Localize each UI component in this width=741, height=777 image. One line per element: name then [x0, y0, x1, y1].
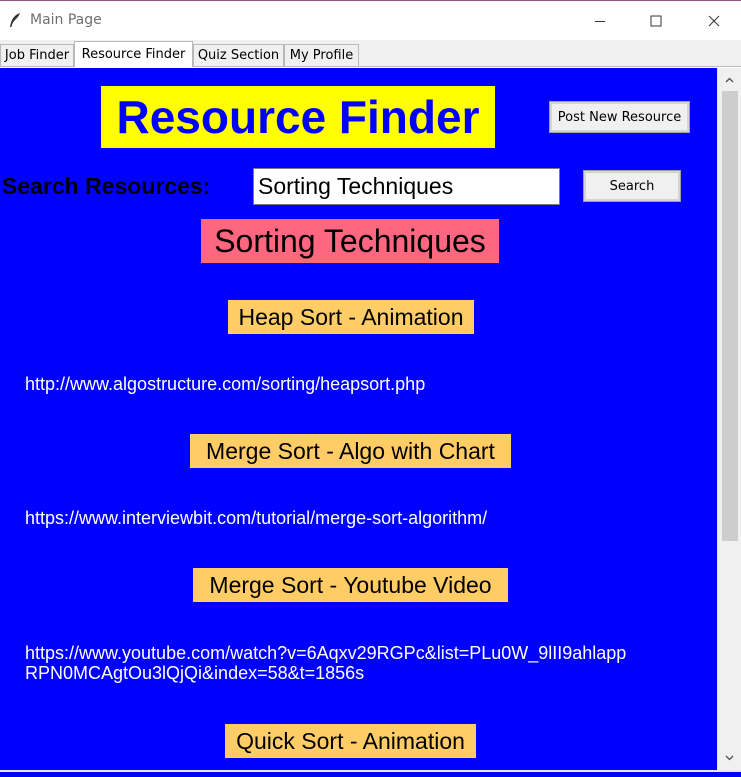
maximize-button[interactable]: [633, 1, 679, 41]
search-button[interactable]: Search: [583, 170, 681, 202]
resource-title: Quick Sort - Animation: [225, 724, 476, 758]
resource-link-line: https://www.youtube.com/watch?v=6Aqxv29R…: [25, 643, 627, 663]
scroll-down-arrow-icon[interactable]: [718, 748, 741, 768]
window-title: Main Page: [30, 12, 102, 28]
scroll-thumb[interactable]: [722, 91, 738, 541]
minimize-button[interactable]: [577, 1, 623, 41]
vertical-scrollbar[interactable]: [717, 68, 741, 770]
resource-title: Merge Sort - Algo with Chart: [190, 434, 511, 468]
topic-heading: Sorting Techniques: [201, 219, 499, 263]
feather-icon: [8, 12, 22, 28]
close-button[interactable]: [691, 1, 737, 41]
resource-link[interactable]: https://www.interviewbit.com/tutorial/me…: [25, 508, 487, 528]
tab-resource-finder[interactable]: Resource Finder: [74, 41, 193, 67]
tab-quiz-section[interactable]: Quiz Section: [193, 44, 284, 66]
search-input[interactable]: [253, 168, 560, 205]
search-label: Search Resources:: [2, 173, 211, 199]
resource-link[interactable]: https://www.youtube.com/watch?v=6Aqxv29R…: [25, 643, 626, 683]
page-title: Resource Finder: [101, 86, 495, 148]
tab-my-profile[interactable]: My Profile: [284, 44, 359, 66]
resource-link[interactable]: http://www.algostructure.com/sorting/hea…: [25, 374, 425, 394]
resource-link-line: RPN0MCAgtOu3lQjQi&index=58&t=1856s: [25, 663, 365, 683]
scroll-up-arrow-icon[interactable]: [718, 70, 741, 90]
resource-title: Merge Sort - Youtube Video: [193, 568, 508, 602]
post-new-resource-button[interactable]: Post New Resource: [549, 101, 690, 133]
title-bar: Main Page: [0, 0, 741, 41]
window-bottom-edge: [0, 770, 741, 777]
resource-title: Heap Sort - Animation: [228, 300, 474, 334]
resource-finder-panel: Resource Finder Post New Resource Search…: [0, 68, 717, 770]
tab-strip: Job Finder Resource Finder Quiz Section …: [0, 40, 741, 67]
tab-job-finder[interactable]: Job Finder: [0, 44, 74, 66]
